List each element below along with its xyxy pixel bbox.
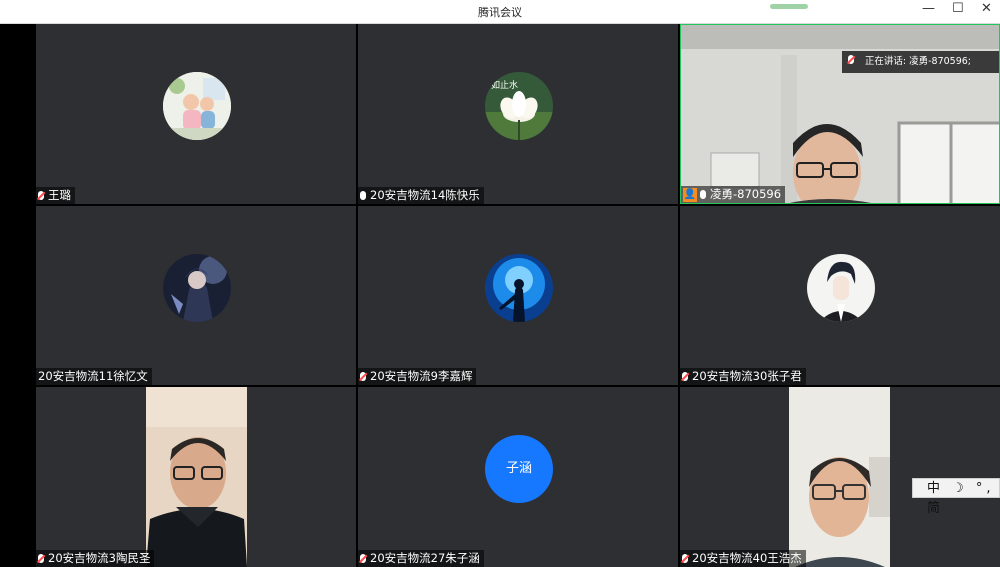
participant-name: 20安吉物流3陶民圣	[48, 551, 151, 565]
window-title: 腾讯会议	[478, 6, 522, 19]
mic-muted-icon	[38, 191, 44, 200]
avatar	[485, 254, 553, 322]
minimize-icon[interactable]: —	[922, 1, 935, 16]
avatar	[807, 254, 875, 322]
avatar-caption: 如止水	[491, 81, 519, 91]
participant-tile[interactable]: 20安吉物流40王浩杰	[680, 387, 1000, 567]
participant-tile[interactable]: 20安吉物流9李嘉辉	[358, 206, 678, 385]
participant-name-bar: 👤 凌勇-870596	[681, 186, 786, 203]
speaking-indicator: 正在讲话: 凌勇-870596;	[841, 51, 999, 73]
mic-muted-icon	[847, 55, 854, 64]
text-avatar: 子涵	[485, 435, 553, 503]
participant-tile-active-speaker[interactable]: 正在讲话: 凌勇-870596; 👤 凌勇-870596	[680, 24, 1000, 204]
mic-muted-icon	[682, 372, 688, 381]
avatar	[163, 72, 231, 140]
participant-tile[interactable]: 子涵 20安吉物流27朱子涵	[358, 387, 678, 567]
participant-name-bar: 20安吉物流3陶民圣	[36, 550, 155, 567]
mic-muted-icon	[360, 372, 366, 381]
camera-feed	[789, 387, 890, 567]
video-grid: 王璐 如止水 20安吉物流14陈快乐 正在讲话: 凌勇-870596; 👤 凌勇…	[36, 24, 1000, 567]
host-person-icon: 👤	[683, 187, 697, 202]
participant-name: 凌勇-870596	[710, 187, 782, 201]
participant-tile[interactable]: 王璐	[36, 24, 356, 204]
participant-name-bar: 20安吉物流14陈快乐	[358, 187, 484, 204]
participant-name-bar: 20安吉物流9李嘉辉	[358, 368, 477, 385]
participant-name-bar: 王璐	[36, 187, 75, 204]
avatar	[163, 254, 231, 322]
mic-muted-icon	[360, 554, 366, 563]
participant-name: 王璐	[48, 188, 71, 202]
title-bar: 腾讯会议 — ☐ ✕	[0, 0, 1000, 24]
mic-muted-icon	[682, 554, 688, 563]
mic-on-icon	[700, 190, 706, 199]
ime-toolbar[interactable]: 中 ☽ °, 简	[912, 478, 1000, 516]
participant-name: 20安吉物流11徐忆文	[38, 369, 148, 383]
participant-tile[interactable]: 20安吉物流3陶民圣	[36, 387, 356, 567]
network-signal-indicator[interactable]	[770, 4, 808, 9]
close-icon[interactable]: ✕	[981, 1, 992, 16]
avatar: 如止水	[485, 72, 553, 140]
maximize-icon[interactable]: ☐	[952, 1, 964, 16]
participant-name: 20安吉物流27朱子涵	[370, 551, 480, 565]
participant-tile[interactable]: 20安吉物流11徐忆文	[36, 206, 356, 385]
mic-muted-icon	[38, 554, 44, 563]
participant-name-bar: 20安吉物流40王浩杰	[680, 550, 806, 567]
speaking-indicator-text: 正在讲话: 凌勇-870596;	[864, 56, 971, 67]
participant-name-bar: 20安吉物流27朱子涵	[358, 550, 484, 567]
left-sidebar	[0, 24, 36, 567]
participant-name: 20安吉物流30张子君	[692, 369, 802, 383]
participant-name: 20安吉物流40王浩杰	[692, 551, 802, 565]
camera-feed	[146, 387, 247, 567]
mic-on-icon	[360, 191, 366, 200]
participant-name: 20安吉物流14陈快乐	[370, 188, 480, 202]
participant-tile[interactable]: 如止水 20安吉物流14陈快乐	[358, 24, 678, 204]
participant-tile[interactable]: 20安吉物流30张子君	[680, 206, 1000, 385]
participant-name-bar: 20安吉物流11徐忆文	[36, 368, 152, 385]
participant-name-bar: 20安吉物流30张子君	[680, 368, 806, 385]
participant-name: 20安吉物流9李嘉辉	[370, 369, 473, 383]
